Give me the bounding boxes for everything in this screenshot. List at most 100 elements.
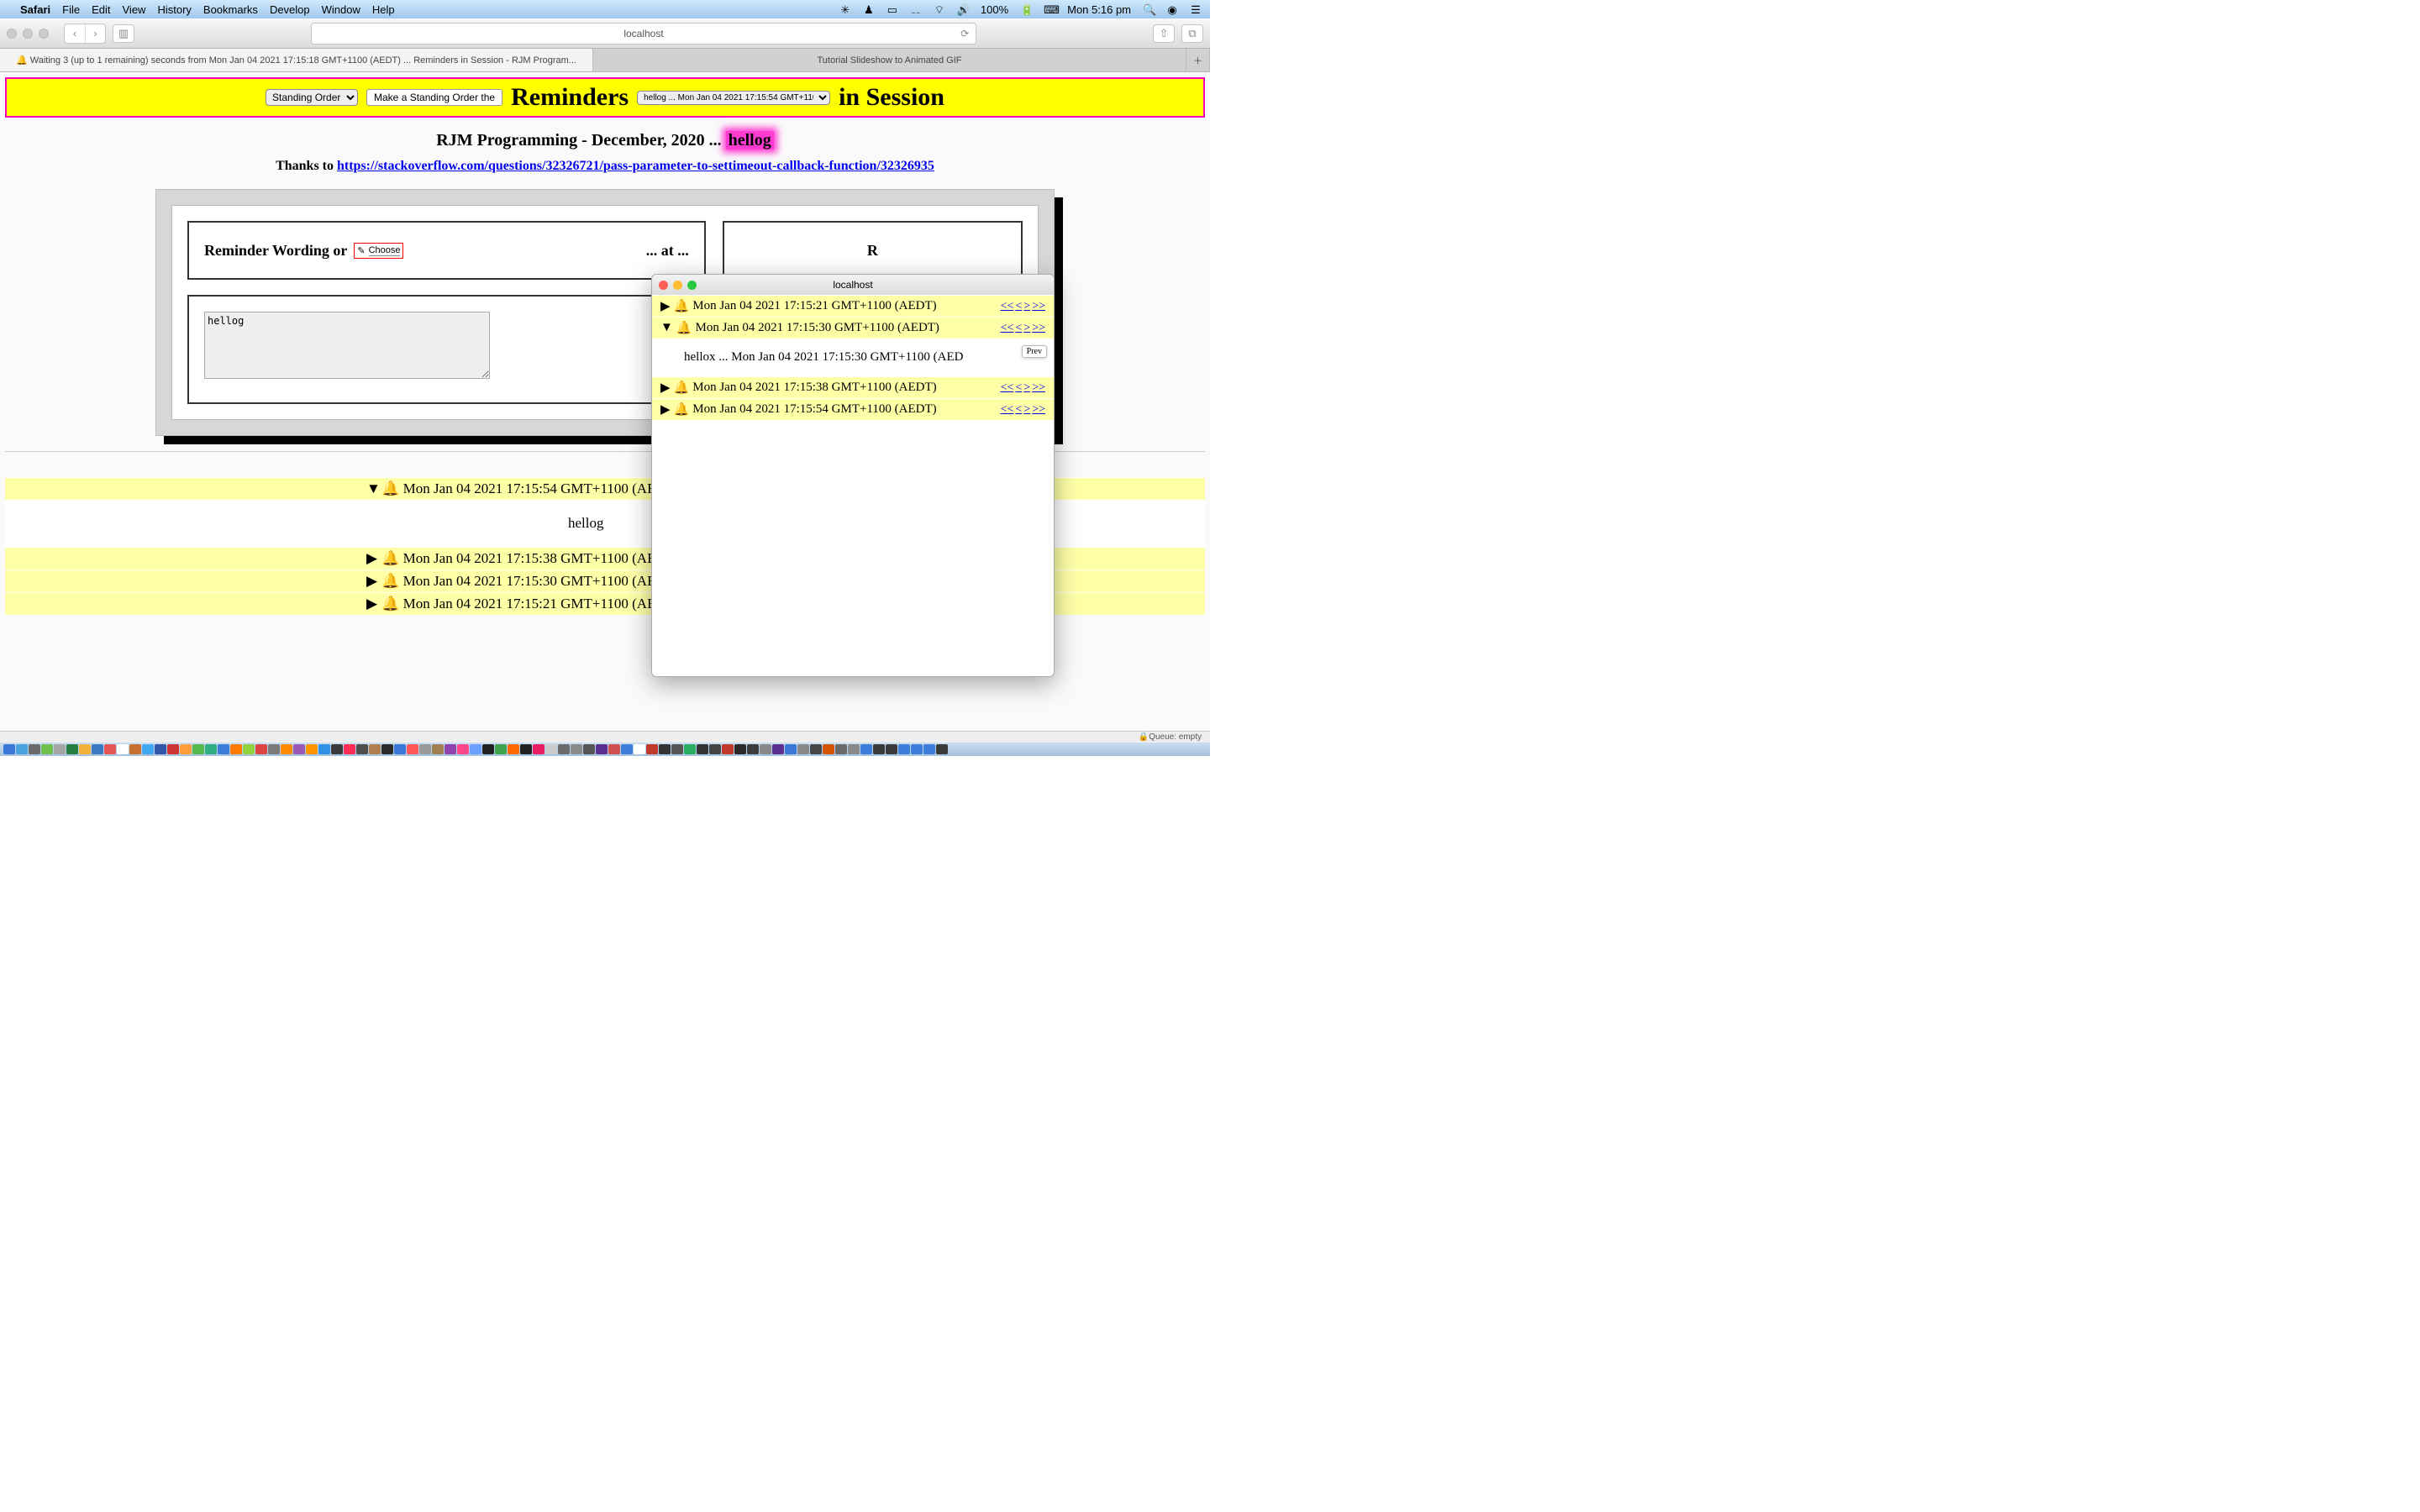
spotlight-icon[interactable]: 🔍: [1143, 3, 1155, 15]
status-icon[interactable]: ♟: [863, 3, 875, 15]
dock-item[interactable]: [331, 744, 343, 754]
zoom-icon[interactable]: [687, 281, 697, 290]
dock-item[interactable]: [558, 744, 570, 754]
nav-prev[interactable]: <: [1015, 300, 1022, 313]
dock-item[interactable]: [255, 744, 267, 754]
close-icon[interactable]: [659, 281, 668, 290]
dock-item[interactable]: [92, 744, 103, 754]
dock-item[interactable]: [180, 744, 192, 754]
dock-item[interactable]: [41, 744, 53, 754]
dock-item[interactable]: [848, 744, 860, 754]
dock-item[interactable]: [571, 744, 582, 754]
dock-item[interactable]: [344, 744, 355, 754]
dock-item[interactable]: [66, 744, 78, 754]
menu-item[interactable]: History: [157, 3, 191, 16]
dock-item[interactable]: [3, 744, 15, 754]
disclosure-icon[interactable]: ▶: [366, 596, 378, 612]
wifi-icon[interactable]: ⌔: [934, 3, 945, 15]
dock-item[interactable]: [734, 744, 746, 754]
dock-item[interactable]: [293, 744, 305, 754]
dock-item[interactable]: [659, 744, 671, 754]
dock-item[interactable]: [381, 744, 393, 754]
dock-item[interactable]: [218, 744, 229, 754]
disclosure-icon[interactable]: ▶: [366, 573, 378, 590]
dock-item[interactable]: [583, 744, 595, 754]
dock-item[interactable]: [369, 744, 381, 754]
reload-icon[interactable]: ⟳: [960, 28, 969, 39]
standing-order-select[interactable]: Standing Order: [266, 89, 358, 106]
dock-item[interactable]: [142, 744, 154, 754]
menu-item[interactable]: Edit: [92, 3, 110, 16]
dock-item[interactable]: [129, 744, 141, 754]
dock-item[interactable]: [432, 744, 444, 754]
dock-item[interactable]: [596, 744, 608, 754]
dock-item[interactable]: [167, 744, 179, 754]
dock-item[interactable]: [318, 744, 330, 754]
popup-window[interactable]: localhost ▶ 🔔 Mon Jan 04 2021 17:15:21 G…: [651, 274, 1055, 677]
dock-item[interactable]: [470, 744, 481, 754]
nav-last[interactable]: >>: [1032, 322, 1045, 335]
make-standing-order-button[interactable]: Make a Standing Order the: [366, 89, 502, 106]
dock-item[interactable]: [205, 744, 217, 754]
dock-item[interactable]: [873, 744, 885, 754]
disclosure-icon[interactable]: ▶: [660, 402, 671, 417]
menu-item[interactable]: File: [62, 3, 80, 16]
reminder-textarea[interactable]: [204, 312, 490, 379]
dock-item[interactable]: [117, 744, 129, 754]
airplay-icon[interactable]: ▭: [886, 3, 898, 15]
share-button[interactable]: ⇧: [1153, 24, 1175, 43]
popup-titlebar[interactable]: localhost: [652, 275, 1054, 295]
dock-item[interactable]: [192, 744, 204, 754]
dock-item[interactable]: [356, 744, 368, 754]
nav-last[interactable]: >>: [1032, 381, 1045, 395]
new-tab-button[interactable]: ＋: [1186, 49, 1210, 71]
dock-item[interactable]: [281, 744, 292, 754]
dock[interactable]: [0, 743, 1210, 756]
dock-item[interactable]: [457, 744, 469, 754]
dock-item[interactable]: [772, 744, 784, 754]
list-icon[interactable]: ☰: [1190, 3, 1202, 15]
dock-item[interactable]: [79, 744, 91, 754]
disclosure-icon[interactable]: ▼: [366, 480, 378, 497]
dock-item[interactable]: [760, 744, 771, 754]
input-icon[interactable]: ⌨: [1044, 3, 1055, 15]
nav-next[interactable]: >: [1023, 381, 1030, 395]
dock-item[interactable]: [697, 744, 708, 754]
nav-last[interactable]: >>: [1032, 403, 1045, 417]
app-name[interactable]: Safari: [20, 3, 50, 16]
dock-item[interactable]: [445, 744, 456, 754]
dock-item[interactable]: [785, 744, 797, 754]
dock-item[interactable]: [797, 744, 809, 754]
dock-item[interactable]: [608, 744, 620, 754]
tab-1[interactable]: Tutorial Slideshow to Animated GIF: [593, 49, 1186, 71]
dock-item[interactable]: [520, 744, 532, 754]
dock-item[interactable]: [634, 744, 645, 754]
dock-item[interactable]: [936, 744, 948, 754]
status-icon[interactable]: ✳: [839, 3, 851, 15]
dock-item[interactable]: [835, 744, 847, 754]
menu-item[interactable]: Bookmarks: [203, 3, 258, 16]
nav-last[interactable]: >>: [1032, 300, 1045, 313]
popup-entry[interactable]: ▼ 🔔 Mon Jan 04 2021 17:15:30 GMT+1100 (A…: [652, 317, 1054, 339]
nav-next[interactable]: >: [1023, 300, 1030, 313]
nav-first[interactable]: <<: [1001, 381, 1014, 395]
dock-item[interactable]: [508, 744, 519, 754]
back-button[interactable]: ‹: [65, 24, 85, 43]
tabs-button[interactable]: ⧉: [1181, 24, 1203, 43]
dock-item[interactable]: [230, 744, 242, 754]
dock-item[interactable]: [394, 744, 406, 754]
dock-item[interactable]: [709, 744, 721, 754]
window-controls[interactable]: [7, 29, 49, 39]
sidebar-button[interactable]: ▥: [113, 24, 134, 43]
nav-first[interactable]: <<: [1001, 322, 1014, 335]
dock-item[interactable]: [419, 744, 431, 754]
choose-widget[interactable]: ✎ Choose: [354, 243, 403, 259]
menu-item[interactable]: View: [123, 3, 146, 16]
dock-item[interactable]: [810, 744, 822, 754]
dock-item[interactable]: [911, 744, 923, 754]
dock-item[interactable]: [886, 744, 897, 754]
dock-item[interactable]: [243, 744, 255, 754]
dock-item[interactable]: [898, 744, 910, 754]
dock-item[interactable]: [545, 744, 557, 754]
dock-item[interactable]: [684, 744, 696, 754]
